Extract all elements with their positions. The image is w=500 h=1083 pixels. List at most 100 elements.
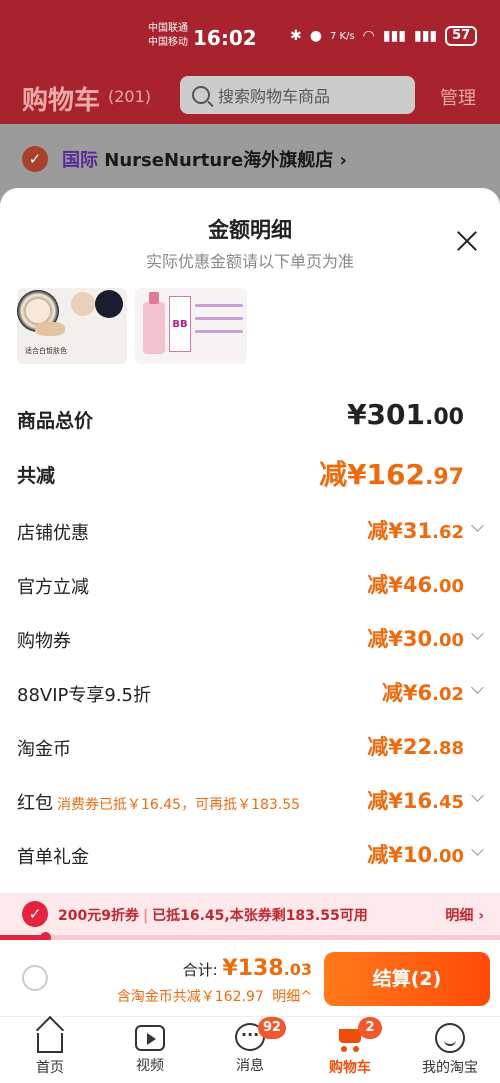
value-dec: .97 xyxy=(425,465,464,490)
tab-messages[interactable]: 92 消息 xyxy=(200,1017,300,1083)
row-value: 减¥46.00 xyxy=(367,569,464,599)
row-first-order-gift[interactable]: 首单礼金 减¥10.00 xyxy=(0,835,500,875)
value-int: 减¥6 xyxy=(381,681,433,705)
detail-toggle[interactable]: 明细^ xyxy=(272,989,312,1005)
thumb-caption: 适合白皙肤色 xyxy=(25,347,67,355)
row-red-packet[interactable]: 红包 消费券已抵￥16.45，可再抵￥183.55 减¥16.45 xyxy=(0,781,500,821)
total-int: ¥138 xyxy=(222,956,284,981)
row-label: 共减 xyxy=(17,465,56,487)
chevron-down-icon[interactable] xyxy=(471,519,484,532)
carrier-1: 中国联通 xyxy=(148,23,188,34)
store-name[interactable]: 国际 NurseNurture海外旗舰店 › xyxy=(62,146,347,172)
bb-box-image: BB xyxy=(169,296,191,352)
tab-home[interactable]: 首页 xyxy=(0,1023,100,1083)
row-total-discount: 共减 减¥162.97 xyxy=(0,453,500,493)
tab-video[interactable]: 视频 xyxy=(100,1023,200,1083)
row-label: 购物券 xyxy=(17,631,71,652)
tab-cart[interactable]: 2 购物车 xyxy=(300,1017,400,1083)
coupon-status: 已抵16.45,本张券剩183.55可用 xyxy=(152,908,368,924)
battery-indicator: 57 xyxy=(445,26,478,46)
saved-text: 含淘金币共减￥162.97 xyxy=(116,989,264,1005)
row-shopping-voucher[interactable]: 购物券 减¥30.00 xyxy=(0,619,500,659)
value-int: 减¥22 xyxy=(367,735,433,759)
row-value: 减¥162.97 xyxy=(319,453,464,493)
value-int: 减¥30 xyxy=(367,627,433,651)
select-all-checkbox[interactable] xyxy=(22,965,48,991)
net-speed: 7 K/s xyxy=(329,30,355,42)
total-amount: ¥138.03 xyxy=(222,956,312,981)
row-value: 减¥30.00 xyxy=(367,623,464,653)
store-badge: 国际 xyxy=(62,150,98,171)
feature-lines-image xyxy=(195,304,243,343)
row-note: 消费券已抵￥16.45，可再抵￥183.55 xyxy=(57,797,301,813)
row-label: 红包 消费券已抵￥16.45，可再抵￥183.55 xyxy=(17,789,300,815)
page-title: 购物车 xyxy=(22,86,101,116)
video-icon xyxy=(135,1025,165,1051)
manage-button[interactable]: 管理 xyxy=(440,84,476,110)
signal-4g-icon: ▮▮▮ xyxy=(382,28,406,44)
value-dec: .00 xyxy=(425,405,464,430)
puff-image xyxy=(71,292,95,316)
tab-my-taobao[interactable]: 我的淘宝 xyxy=(400,1023,500,1083)
store-title: NurseNurture海外旗舰店 xyxy=(104,150,334,171)
home-icon xyxy=(37,1033,63,1053)
sheet-title: 金额明细 xyxy=(208,218,292,242)
checkout-button[interactable]: 结算(2) xyxy=(324,952,490,1006)
value-dec: .00 xyxy=(432,630,464,651)
status-icons: ✱ ● 7 K/s ◠ ▮▮▮ ▮▮▮ 57 xyxy=(290,26,478,46)
row-88vip[interactable]: 88VIP专享9.5折 减¥6.02 xyxy=(0,673,500,713)
search-input[interactable]: 搜索购物车商品 xyxy=(180,76,415,114)
total-label: 合计: xyxy=(182,961,218,979)
coupon-checkbox[interactable]: ✓ xyxy=(22,901,48,927)
signal-5g-icon: ▮▮▮ xyxy=(413,28,438,44)
coupon-banner[interactable]: ✓ 200元9折券 | 已抵16.45,本张券剩183.55可用 明细 › xyxy=(0,893,500,935)
row-official-discount: 官方立减 减¥46.00 xyxy=(0,565,500,605)
close-icon[interactable] xyxy=(454,228,480,254)
chevron-down-icon[interactable] xyxy=(471,681,484,694)
swatch-image xyxy=(35,322,65,336)
bottom-tab-bar: 首页 视频 92 消息 2 购物车 我的淘宝 xyxy=(0,1016,500,1083)
cart-count: (201) xyxy=(108,87,152,106)
value-int: 减¥46 xyxy=(367,573,433,597)
value-dec: .00 xyxy=(432,576,464,597)
chevron-down-icon[interactable] xyxy=(471,789,484,802)
tab-label: 视频 xyxy=(136,1058,164,1074)
status-bar: 中国联通 中国移动 16:02 ✱ ● 7 K/s ◠ ▮▮▮ ▮▮▮ 57 xyxy=(0,0,500,72)
clock: 16:02 xyxy=(193,26,257,50)
tab-label: 我的淘宝 xyxy=(422,1060,478,1076)
product-thumbnail-bb[interactable]: BB xyxy=(135,288,247,364)
checkout-bar: 合计: ¥138.03 含淘金币共减￥162.97 明细^ 结算(2) xyxy=(0,940,500,1016)
row-label: 商品总价 xyxy=(17,410,94,432)
search-placeholder: 搜索购物车商品 xyxy=(218,87,331,106)
app-header: 购物车 (201) 搜索购物车商品 管理 xyxy=(0,72,500,124)
value-int: 减¥16 xyxy=(367,789,433,813)
wifi-icon: ◠ xyxy=(362,28,375,44)
bluetooth-icon: ✱ xyxy=(290,28,302,44)
row-label: 88VIP专享9.5折 xyxy=(17,685,152,706)
row-total-price: 商品总价 ¥301.00 xyxy=(0,398,500,438)
row-value: 减¥16.45 xyxy=(367,785,464,815)
tab-label: 购物车 xyxy=(329,1060,371,1076)
cart-badge: 2 xyxy=(358,1017,382,1039)
row-taojinbi: 淘金币 减¥22.88 xyxy=(0,727,500,767)
chevron-down-icon[interactable] xyxy=(471,627,484,640)
row-value: 减¥10.00 xyxy=(367,839,464,869)
value-dec: .00 xyxy=(432,846,464,867)
saved-line[interactable]: 含淘金币共减￥162.97 明细^ xyxy=(117,986,312,1006)
row-label: 淘金币 xyxy=(17,739,71,760)
value-dec: .62 xyxy=(432,522,464,543)
tab-label: 首页 xyxy=(36,1060,64,1076)
row-value: 减¥22.88 xyxy=(367,731,464,761)
coupon-detail-link[interactable]: 明细 › xyxy=(445,905,484,925)
row-value: 减¥31.62 xyxy=(367,515,464,545)
carrier-2: 中国移动 xyxy=(148,37,188,48)
coupon-detail-label: 明细 xyxy=(445,908,474,924)
profile-icon xyxy=(435,1023,465,1053)
row-value: 减¥6.02 xyxy=(382,677,464,707)
product-thumbnail-cushion[interactable]: 适合白皙肤色 xyxy=(17,288,127,364)
store-checkbox[interactable]: ✓ xyxy=(22,146,48,172)
row-label-text: 红包 xyxy=(17,793,53,814)
search-icon xyxy=(192,86,210,104)
chevron-down-icon[interactable] xyxy=(471,843,484,856)
row-store-discount[interactable]: 店铺优惠 减¥31.62 xyxy=(0,511,500,551)
